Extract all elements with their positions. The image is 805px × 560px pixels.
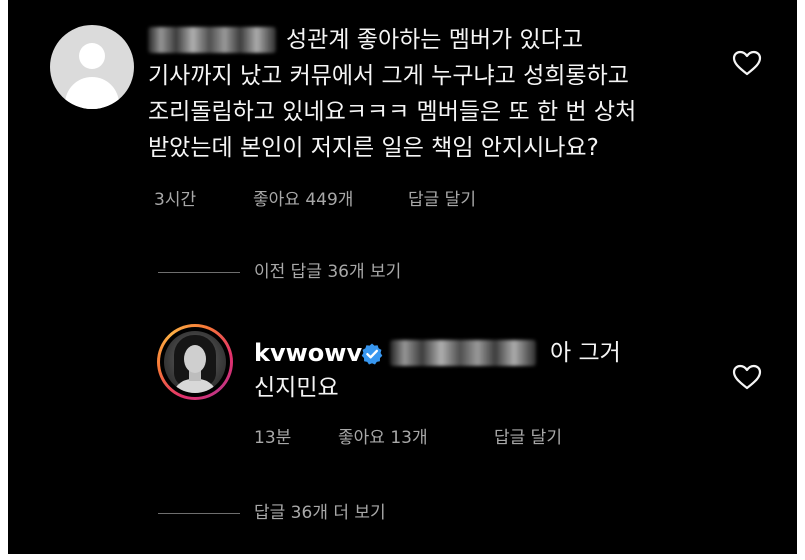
view-more-replies-button[interactable]: 답글 36개 더 보기 bbox=[254, 501, 386, 525]
replies-divider-line bbox=[158, 513, 240, 514]
heart-outline-icon[interactable] bbox=[732, 364, 762, 390]
avatar-body-shape bbox=[65, 77, 119, 109]
comment-text-line-1: 성관계 좋아하는 멤버가 있다고 bbox=[286, 27, 584, 53]
comment-text-line-4: 받았는데 본인이 저지른 일은 책임 안지시나요? bbox=[148, 135, 599, 161]
avatar-head-shape bbox=[79, 43, 105, 69]
reply-text-line-2: 신지민요 bbox=[254, 375, 339, 401]
comment-reply-button[interactable]: 답글 달기 bbox=[408, 188, 476, 212]
profile-photo bbox=[164, 331, 226, 393]
heart-outline-icon[interactable] bbox=[732, 50, 762, 76]
verified-badge-icon bbox=[361, 343, 383, 365]
reply-username[interactable]: kvwowv bbox=[254, 336, 362, 370]
photo-face-shape bbox=[184, 345, 206, 373]
reply-avatar[interactable] bbox=[157, 324, 233, 400]
blurred-username bbox=[148, 27, 276, 53]
comment-like-count[interactable]: 좋아요 449개 bbox=[253, 188, 353, 212]
view-previous-replies-button[interactable]: 이전 답글 36개 보기 bbox=[254, 260, 401, 284]
reply-timestamp: 13분 bbox=[254, 428, 292, 448]
replies-divider-line bbox=[158, 272, 240, 273]
comment-text-line-2: 기사까지 났고 커뮤에서 그게 누구냐고 성희롱하고 bbox=[148, 63, 629, 89]
blurred-mention bbox=[390, 340, 536, 366]
comments-panel: 성관계 좋아하는 멤버가 있다고 기사까지 났고 커뮤에서 그게 누구냐고 성희… bbox=[8, 0, 797, 554]
reply-like-count[interactable]: 좋아요 13개 bbox=[338, 426, 428, 450]
comment-timestamp: 3시간 bbox=[154, 190, 197, 210]
reply-text-line-1: 아 그거 bbox=[550, 340, 621, 366]
reply-reply-button[interactable]: 답글 달기 bbox=[494, 426, 562, 450]
default-avatar-icon[interactable] bbox=[50, 25, 134, 109]
comment-text-line-3: 조리돌림하고 있네요ㅋㅋㅋ 멤버들은 또 한 번 상처 bbox=[148, 99, 637, 125]
